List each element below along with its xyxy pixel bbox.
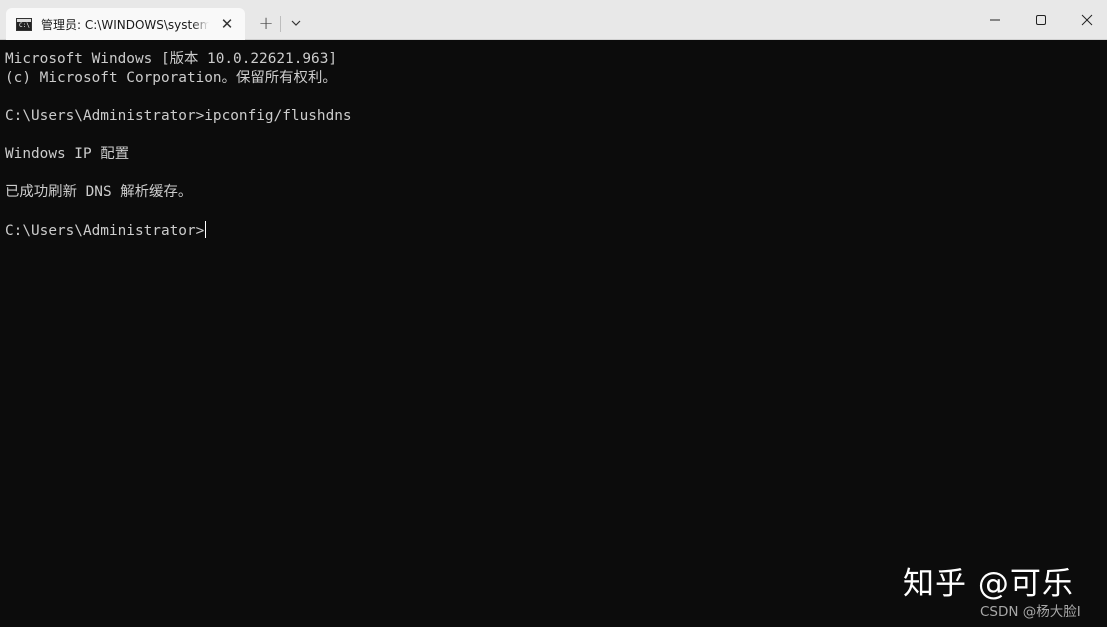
- maximize-icon: [1036, 15, 1046, 25]
- cmd-console-icon: C:\: [16, 17, 32, 31]
- terminal-output[interactable]: Microsoft Windows [版本 10.0.22621.963] (c…: [0, 40, 1107, 627]
- minimize-button[interactable]: [972, 0, 1018, 40]
- terminal-line-ip-config: Windows IP 配置: [5, 146, 130, 162]
- tab-separator: [280, 16, 281, 32]
- terminal-prompt: C:\Users\Administrator>: [5, 223, 205, 239]
- tab-title: 管理员: C:\WINDOWS\system32\cmd.exe: [41, 17, 209, 32]
- title-bar: C:\ 管理员: C:\WINDOWS\system32\cmd.exe ✕ +: [0, 0, 1107, 40]
- tab-dropdown-button[interactable]: [285, 12, 307, 34]
- new-tab-button[interactable]: +: [255, 12, 277, 34]
- close-icon: [1081, 14, 1093, 26]
- terminal-line-result: 已成功刷新 DNS 解析缓存。: [5, 184, 193, 200]
- terminal-line-command: C:\Users\Administrator>ipconfig/flushdns: [5, 108, 352, 124]
- watermark-csdn: CSDN @杨大脸I: [980, 604, 1081, 620]
- terminal-line-copyright: (c) Microsoft Corporation。保留所有权利。: [5, 70, 337, 86]
- tab-cmd[interactable]: C:\ 管理员: C:\WINDOWS\system32\cmd.exe ✕: [6, 8, 245, 40]
- terminal-prompt-line[interactable]: C:\Users\Administrator>: [5, 221, 1102, 240]
- maximize-button[interactable]: [1018, 0, 1064, 40]
- text-cursor: [205, 221, 207, 238]
- close-button[interactable]: [1064, 0, 1107, 40]
- chevron-down-icon: [291, 20, 301, 26]
- tab-close-icon[interactable]: ✕: [217, 14, 237, 34]
- watermark-zhihu: 知乎 @可乐: [903, 566, 1074, 602]
- terminal-line-version: Microsoft Windows [版本 10.0.22621.963]: [5, 51, 338, 67]
- minimize-icon: [990, 19, 1000, 21]
